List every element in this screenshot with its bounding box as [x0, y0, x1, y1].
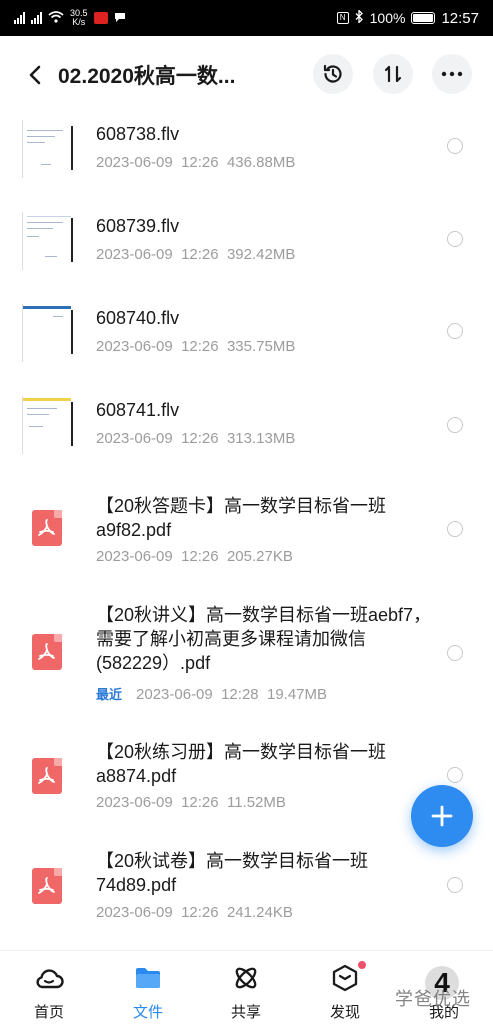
- network-speed: 30.5 K/s: [70, 8, 88, 27]
- header: 02.2020秋高一数...: [0, 36, 493, 114]
- pdf-file-icon: [32, 510, 62, 546]
- file-meta: 2023-06-09 12:26 392.42MB: [96, 246, 296, 263]
- notification-dot: [358, 961, 366, 969]
- file-name: 608740.flv: [96, 308, 180, 328]
- file-row[interactable]: 608738.flv 2023-06-09 12:26 436.88MB: [0, 114, 493, 204]
- select-radio[interactable]: [447, 521, 463, 537]
- battery-percent: 100%: [369, 10, 406, 26]
- select-radio[interactable]: [447, 767, 463, 783]
- video-thumbnail: [22, 304, 74, 362]
- nfc-icon: N: [336, 12, 349, 24]
- select-radio[interactable]: [447, 323, 463, 339]
- file-meta: 2023-06-09 12:26 335.75MB: [96, 338, 296, 355]
- plus-icon: [431, 805, 453, 827]
- recent-badge: 最近: [96, 687, 123, 702]
- sort-icon: [384, 65, 402, 83]
- battery-icon: [411, 12, 436, 24]
- bluetooth-icon: [355, 8, 364, 26]
- file-meta: 2023-06-09 12:26 313.13MB: [96, 430, 296, 447]
- video-thumbnail: [22, 120, 74, 178]
- file-row[interactable]: 608740.flv 2023-06-09 12:26 335.75MB: [0, 296, 493, 388]
- add-button[interactable]: [411, 785, 473, 847]
- video-thumbnail: [22, 212, 74, 270]
- file-meta: 2023-06-09 12:26 11.52MB: [96, 794, 286, 811]
- nav-item-share[interactable]: 共享: [197, 951, 295, 1024]
- file-row[interactable]: 608741.flv 2023-06-09 12:26 313.13MB: [0, 388, 493, 476]
- more-button[interactable]: [432, 54, 472, 94]
- nav-label: 共享: [230, 1004, 261, 1021]
- video-thumbnail: [22, 396, 74, 454]
- select-radio[interactable]: [447, 231, 463, 247]
- pdf-file-icon: [32, 634, 62, 670]
- select-radio[interactable]: [447, 877, 463, 893]
- signal-icon: [31, 12, 42, 24]
- clock: 12:57: [441, 9, 479, 27]
- file-row[interactable]: 【20秋答题卡】高一数学目标省一班a9f82.pdf 2023-06-09 12…: [0, 476, 493, 586]
- file-meta: 最近 2023-06-09 12:28 19.47MB: [96, 686, 328, 703]
- file-name: 608741.flv: [96, 400, 180, 420]
- more-icon: [441, 71, 463, 77]
- file-name: 【20秋讲义】高一数学目标省一班aebf7，需要了解小初高更多课程请加微信(58…: [96, 605, 432, 673]
- history-button[interactable]: [313, 54, 353, 94]
- message-icon: [114, 10, 126, 26]
- file-row[interactable]: 608739.flv 2023-06-09 12:26 392.42MB: [0, 204, 493, 296]
- history-icon: [323, 64, 342, 83]
- pdf-file-icon: [32, 868, 62, 904]
- file-meta: 2023-06-09 12:26 205.27KB: [96, 548, 293, 565]
- wifi-icon: [48, 10, 64, 26]
- sort-button[interactable]: [373, 54, 413, 94]
- back-button[interactable]: [20, 55, 50, 95]
- page-title: 02.2020秋高一数...: [58, 65, 236, 88]
- folder-icon: [133, 963, 163, 993]
- nav-item-files[interactable]: 文件: [99, 951, 197, 1024]
- select-radio[interactable]: [447, 645, 463, 661]
- file-meta: 2023-06-09 12:26 436.88MB: [96, 154, 296, 171]
- status-bar: 30.5 K/s N 100% 12:57: [0, 0, 493, 36]
- discover-box-icon: [330, 961, 366, 993]
- share-atom-icon: [231, 963, 261, 993]
- watermark-text: 学爸优选: [395, 989, 471, 1009]
- nav-label: 发现: [329, 1004, 360, 1021]
- file-name: 608739.flv: [96, 216, 180, 236]
- chevron-left-icon: [29, 65, 41, 85]
- file-row[interactable]: 【20秋试卷】高一数学目标省一班74d89.pdf 2023-06-09 12:…: [0, 832, 493, 944]
- pdf-file-icon: [32, 758, 62, 794]
- home-cloud-icon: [34, 963, 64, 993]
- nav-label: 文件: [132, 1004, 163, 1021]
- nav-item-discover[interactable]: 发现: [296, 951, 394, 1024]
- file-row[interactable]: 【20秋讲义】高一数学目标省一班aebf7，需要了解小初高更多课程请加微信(58…: [0, 586, 493, 720]
- nav-item-home[interactable]: 首页: [0, 951, 98, 1024]
- nav-label: 首页: [33, 1004, 64, 1021]
- signal-icon: [14, 12, 25, 24]
- app-notification-icon: [93, 12, 108, 24]
- file-name: 608738.flv: [96, 124, 180, 144]
- file-meta: 2023-06-09 12:26 241.24KB: [96, 904, 293, 921]
- file-name: 【20秋练习册】高一数学目标省一班a8874.pdf: [96, 742, 387, 786]
- select-radio[interactable]: [447, 138, 463, 154]
- file-name: 【20秋答题卡】高一数学目标省一班a9f82.pdf: [96, 496, 387, 540]
- select-radio[interactable]: [447, 417, 463, 433]
- file-name: 【20秋试卷】高一数学目标省一班74d89.pdf: [96, 851, 369, 895]
